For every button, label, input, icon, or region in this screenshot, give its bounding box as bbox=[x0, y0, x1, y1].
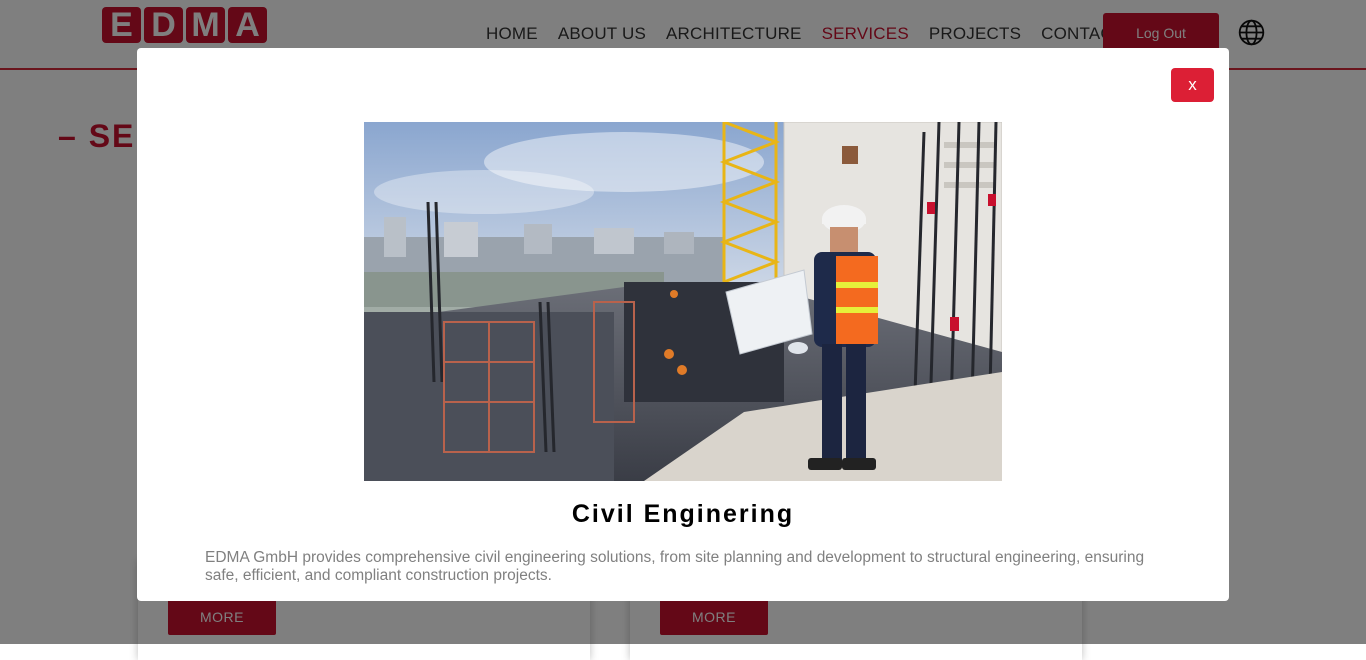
modal-title: Civil Enginering bbox=[571, 500, 795, 528]
service-modal: x Civil Enginering EDMA GmbH provides co… bbox=[137, 48, 1229, 601]
civil-engineering-image bbox=[364, 122, 1002, 481]
modal-description: EDMA GmbH provides comprehensive civil e… bbox=[205, 549, 1145, 584]
construction-site-illustration bbox=[364, 122, 1002, 481]
close-button[interactable]: x bbox=[1171, 68, 1214, 102]
